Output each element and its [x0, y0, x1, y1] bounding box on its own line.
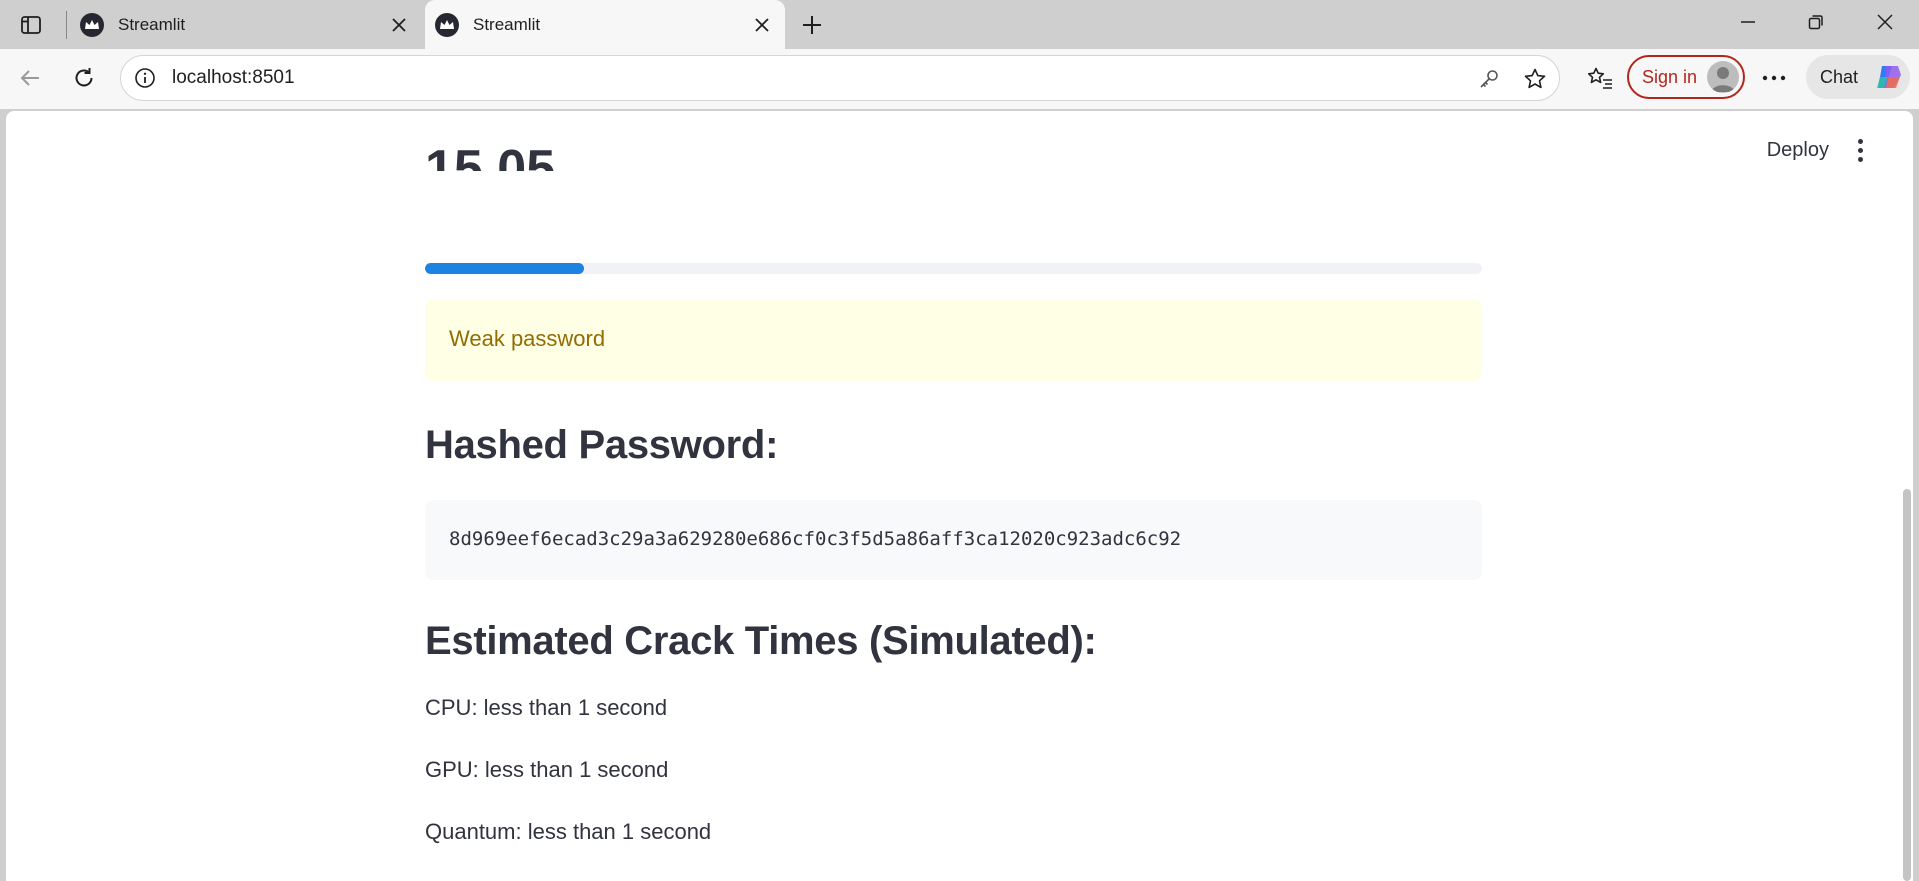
favorites-list-icon[interactable]	[1580, 58, 1620, 98]
copilot-icon	[1877, 66, 1901, 88]
address-bar[interactable]: localhost:8501	[120, 55, 1560, 101]
more-options-icon[interactable]	[1754, 58, 1794, 98]
hash-value: 8d969eef6ecad3c29a3a629280e686cf0c3f5d5a…	[449, 528, 1182, 550]
crack-times-heading: Estimated Crack Times (Simulated):	[425, 619, 1097, 663]
crack-time-quantum: Quantum: less than 1 second	[425, 819, 712, 844]
browser-toolbar: localhost:8501 Sign in Chat	[0, 49, 1919, 109]
streamlit-crown-icon	[80, 12, 104, 37]
tab-streamlit-1[interactable]: Streamlit	[70, 0, 422, 49]
hashed-password-heading: Hashed Password:	[425, 423, 779, 467]
chat-label: Chat	[1820, 66, 1859, 87]
address-text[interactable]: localhost:8501	[172, 67, 295, 89]
progress-fill	[425, 263, 584, 274]
close-tab-icon[interactable]	[745, 8, 779, 42]
close-tab-icon[interactable]	[382, 8, 416, 42]
streamlit-crown-icon	[435, 12, 459, 37]
warning-message: Weak password	[449, 326, 606, 351]
strength-progress-bar	[425, 263, 1482, 274]
browser-tab-strip: Streamlit Streamlit	[0, 0, 1919, 49]
page-viewport: Deploy 15.05 Weak password Hashed Passwo…	[6, 111, 1913, 881]
tab-streamlit-2[interactable]: Streamlit	[425, 0, 785, 49]
password-key-icon[interactable]	[1475, 65, 1503, 93]
sign-in-label: Sign in	[1642, 66, 1698, 87]
restore-icon[interactable]	[1782, 0, 1850, 44]
back-arrow-icon[interactable]	[10, 58, 50, 98]
crack-time-gpu: GPU: less than 1 second	[425, 757, 669, 782]
metric-value: 15.05	[425, 140, 556, 171]
metric-clip: 15.05	[425, 111, 825, 171]
favorite-star-icon[interactable]	[1521, 65, 1549, 93]
tab-title: Streamlit	[118, 14, 186, 34]
site-info-icon[interactable]	[133, 66, 157, 90]
close-window-icon[interactable]	[1851, 0, 1919, 44]
crack-time-cpu: CPU: less than 1 second	[425, 695, 668, 720]
sign-in-button[interactable]: Sign in	[1627, 55, 1745, 99]
warning-alert: Weak password	[425, 299, 1482, 381]
main-menu-icon[interactable]	[1845, 135, 1875, 165]
refresh-icon[interactable]	[64, 58, 104, 98]
tab-title: Streamlit	[473, 14, 541, 34]
tab-actions-icon[interactable]	[16, 10, 46, 40]
copilot-chat-button[interactable]: Chat	[1806, 55, 1910, 99]
hash-code-block: 8d969eef6ecad3c29a3a629280e686cf0c3f5d5a…	[425, 500, 1482, 580]
tab-separator	[66, 11, 67, 39]
minimize-icon[interactable]	[1714, 0, 1782, 44]
new-tab-icon[interactable]	[795, 8, 829, 42]
deploy-button[interactable]: Deploy	[1767, 139, 1829, 162]
page-scrollbar[interactable]	[1903, 489, 1911, 881]
profile-avatar-icon	[1707, 61, 1739, 93]
